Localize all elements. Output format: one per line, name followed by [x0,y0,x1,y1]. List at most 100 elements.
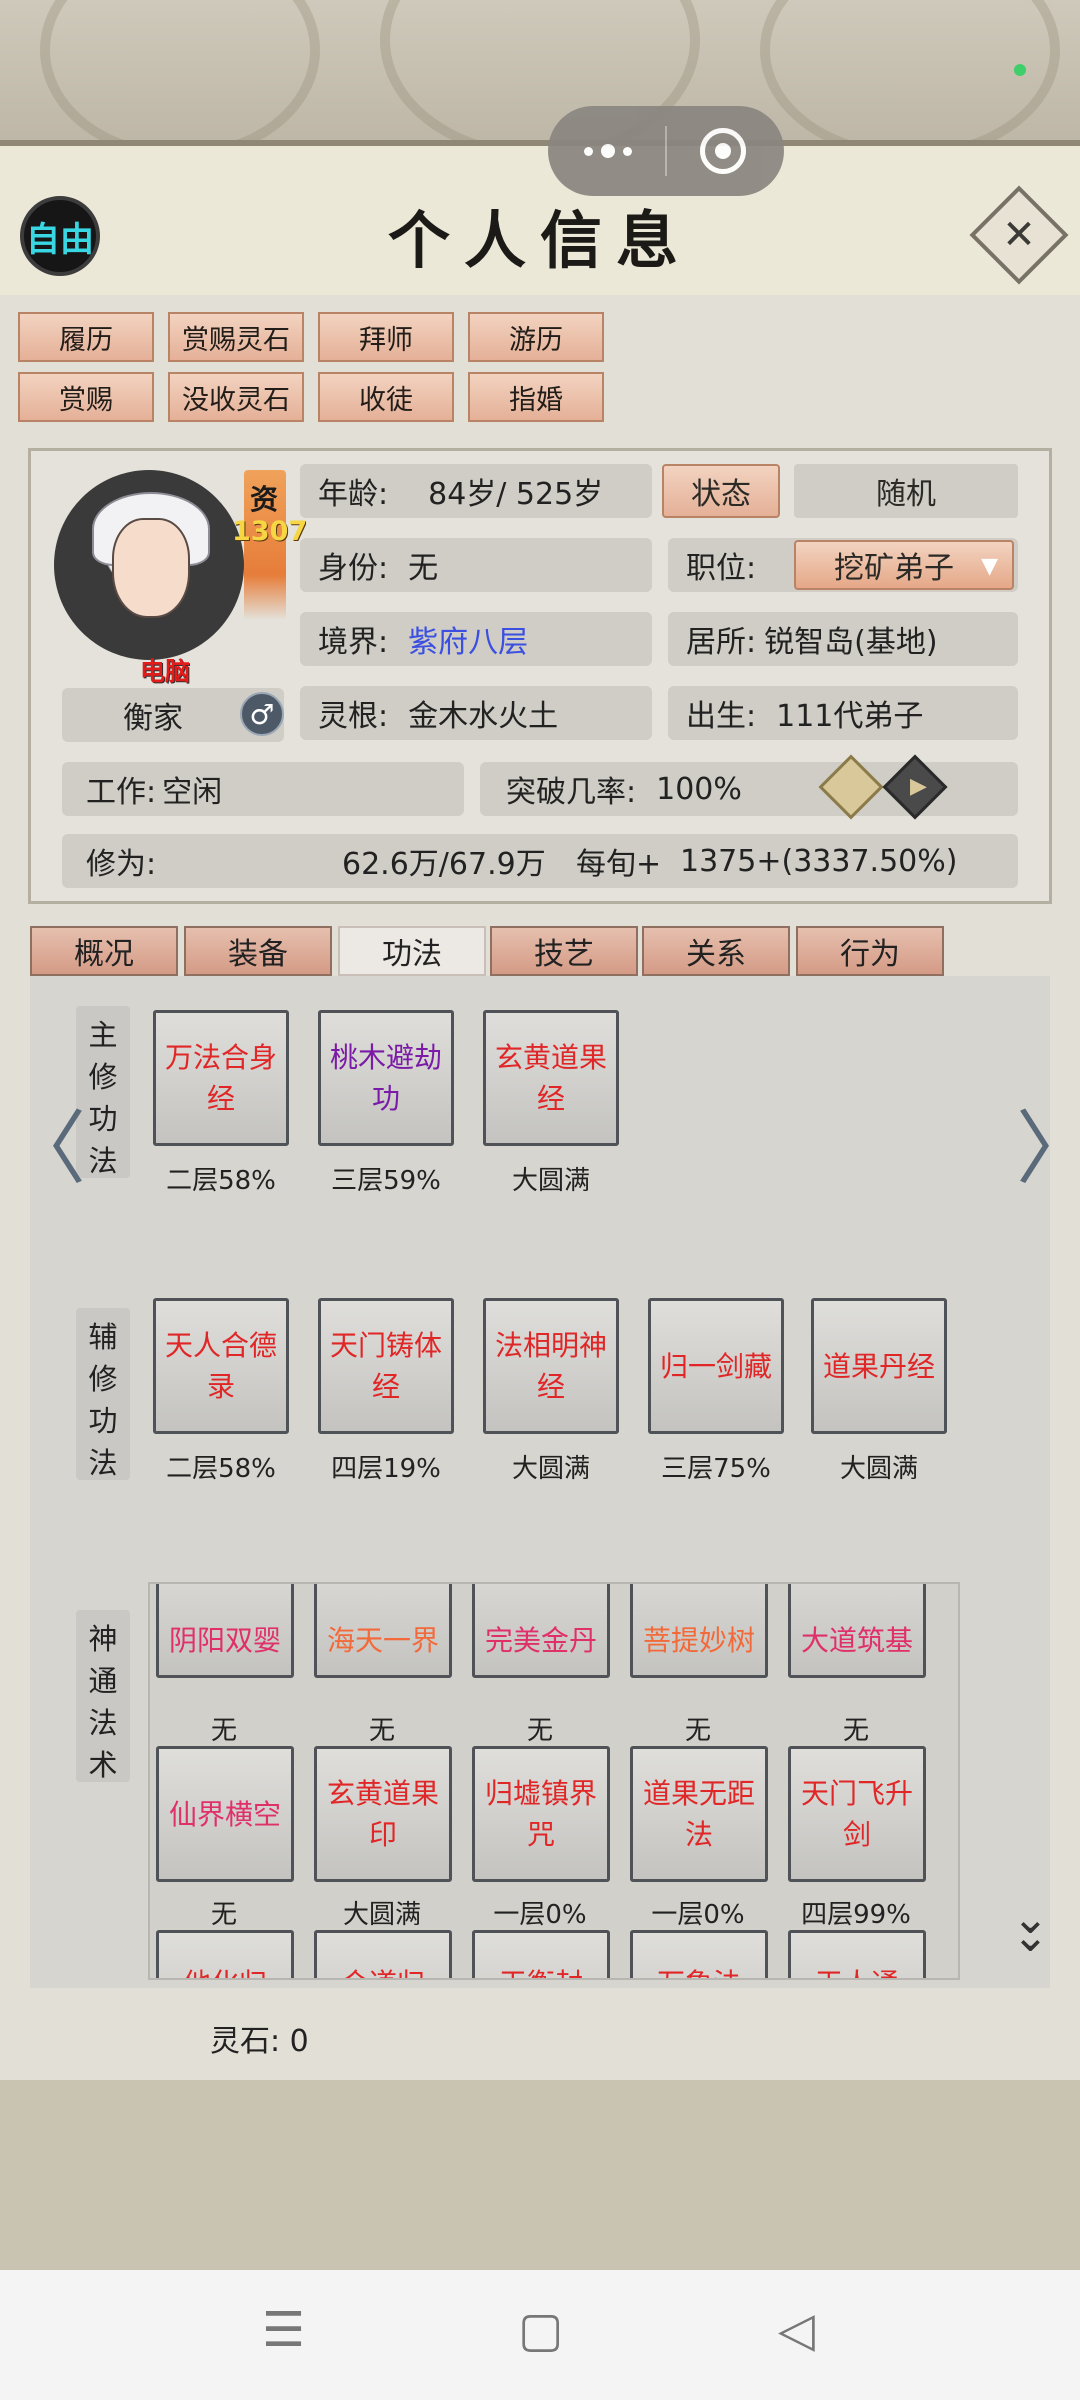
home-icon[interactable]: ▢ [518,2302,563,2358]
realm-cell: 境界: 紫府八层 [300,612,652,666]
residence-label: 居所: [686,625,757,660]
menu-icon[interactable]: ☰ [262,2302,305,2358]
magic-arts-scroll-area[interactable]: 阴阳双婴 无 海天一界 无 完美金丹 无 菩提妙树 无 大道筑基 无 仙界横空 … [148,1582,960,1980]
magic-slot[interactable]: 万象法 [630,1930,768,1978]
status-dot [1014,64,1026,76]
technique-level: 大圆满 [839,1454,918,1484]
dropdown-arrow-icon: ▼ [981,554,998,579]
per-turn-label: 每旬+ [576,847,662,882]
cultivation-label: 修为: [86,847,157,882]
back-icon[interactable]: ◁ [778,2302,815,2358]
technique-slot[interactable]: 万法合身经 [153,1010,289,1146]
tab-behavior[interactable]: 行为 [796,926,944,976]
previous-arrow-icon[interactable]: 〈 [6,1084,86,1200]
realm-label: 境界: [318,625,389,660]
magic-slot[interactable]: 天人通 [788,1930,926,1978]
identity-value: 无 [408,551,439,586]
status-button[interactable]: 状态 [662,464,780,518]
top-background [0,0,1080,160]
technique-slot[interactable]: 天人合德录 [153,1298,289,1434]
avatar [54,470,244,660]
magic-level: 无 [842,1716,869,1746]
age-value: 84岁/ 525岁 [428,477,604,512]
spirit-stones-count: 灵石: 0 [210,2024,309,2059]
magic-slot[interactable]: 天门飞升剑 [788,1746,926,1882]
technique-slot[interactable]: 玄黄道果经 [483,1010,619,1146]
close-icon: ✕ [1002,212,1036,258]
work-cell: 工作: 空闲 [62,762,464,816]
take-disciple-button[interactable]: 收徒 [318,372,454,422]
play-arrow-icon: ▶ [910,774,927,799]
position-label: 职位: [686,551,757,586]
magic-slot[interactable]: 他化归 [156,1930,294,1978]
magic-level: 无 [684,1716,711,1746]
magic-level: 一层0% [651,1900,745,1930]
miniapp-capsule [548,106,784,196]
magic-slot[interactable]: 道果无距法 [630,1746,768,1882]
identity-cell: 身份: 无 [300,538,652,592]
male-gender-icon: ♂ [240,692,284,736]
more-icon[interactable] [578,136,638,166]
magic-slot[interactable]: 玄黄道果印 [314,1746,452,1882]
travel-button[interactable]: 游历 [468,312,604,362]
ai-controlled-tag: 电脑 [140,657,191,686]
magic-level: 一层0% [493,1900,587,1930]
next-arrow-icon[interactable]: 〉 [1016,1084,1080,1200]
tab-equipment[interactable]: 装备 [184,926,332,976]
magic-slot[interactable]: 海天一界 [314,1584,452,1678]
technique-slot[interactable]: 法相明神经 [483,1298,619,1434]
technique-slot[interactable]: 桃木避劫功 [318,1010,454,1146]
reward-stones-button[interactable]: 赏赐灵石 [168,312,304,362]
per-turn-value: 1375+(3337.50%) [680,843,958,879]
tab-skills[interactable]: 技艺 [490,926,638,976]
identity-label: 身份: [318,551,389,586]
magic-slot[interactable]: 菩提妙树 [630,1584,768,1678]
breakthrough-value: 100% [656,771,742,807]
aux-techniques-label: 辅修功法 [76,1308,130,1480]
tab-overview[interactable]: 概况 [30,926,178,976]
magic-slot[interactable]: 归墟镇界咒 [472,1746,610,1882]
spirit-root-cell: 灵根: 金木水火土 [300,686,652,740]
magic-slot[interactable]: 完美金丹 [472,1584,610,1678]
random-button[interactable]: 随机 [794,464,1018,518]
confiscate-stones-button[interactable]: 没收灵石 [168,372,304,422]
spirit-root-label: 灵根: [318,699,389,734]
breakthrough-label: 突破几率: [506,775,637,810]
magic-slot[interactable]: 天衡封 [472,1930,610,1978]
technique-level: 三层75% [661,1454,771,1484]
technique-level: 四层19% [331,1454,441,1484]
residence-cell: 居所: 锐智岛(基地) [668,612,1018,666]
close-button[interactable]: ✕ [969,185,1069,285]
magic-slot[interactable]: 仙界横空 [156,1746,294,1882]
position-dropdown[interactable]: 挖矿弟子 ▼ [794,540,1014,590]
work-label: 工作: [86,775,157,810]
technique-level: 二层58% [166,1166,276,1196]
exit-miniapp-icon[interactable] [700,128,746,174]
aptitude-value: 1307 [232,516,308,547]
cultivation-cell: 修为: 62.6万/67.9万 每旬+ 1375+(3337.50%) [62,834,1018,888]
spirit-root-value: 金木水火土 [408,699,559,734]
magic-level: 大圆满 [342,1900,421,1930]
magic-slot[interactable]: 大道筑基 [788,1584,926,1678]
birth-value: 111代弟子 [776,699,924,734]
magic-level: 无 [526,1716,553,1746]
magic-level: 无 [210,1716,237,1746]
technique-slot[interactable]: 天门铸体经 [318,1298,454,1434]
apprentice-to-master-button[interactable]: 拜师 [318,312,454,362]
scroll-down-icon[interactable]: ⌄ ⌄ [1012,1897,1049,1959]
bottom-band [0,2080,1080,2270]
magic-slot[interactable]: 阴阳双婴 [156,1584,294,1678]
technique-slot[interactable]: 道果丹经 [811,1298,947,1434]
tab-relations[interactable]: 关系 [642,926,790,976]
technique-level: 大圆满 [511,1166,590,1196]
realm-value: 紫府八层 [408,625,529,660]
magic-slot[interactable]: 合道归 [314,1930,452,1978]
reward-button[interactable]: 赏赐 [18,372,154,422]
tab-techniques[interactable]: 功法 [338,926,486,976]
page-title: 个人信息 [387,204,692,277]
technique-slot[interactable]: 归一剑藏 [648,1298,784,1434]
technique-level: 三层59% [331,1166,441,1196]
magic-arts-label: 神通法术 [76,1610,130,1782]
resume-button[interactable]: 履历 [18,312,154,362]
arrange-marriage-button[interactable]: 指婚 [468,372,604,422]
